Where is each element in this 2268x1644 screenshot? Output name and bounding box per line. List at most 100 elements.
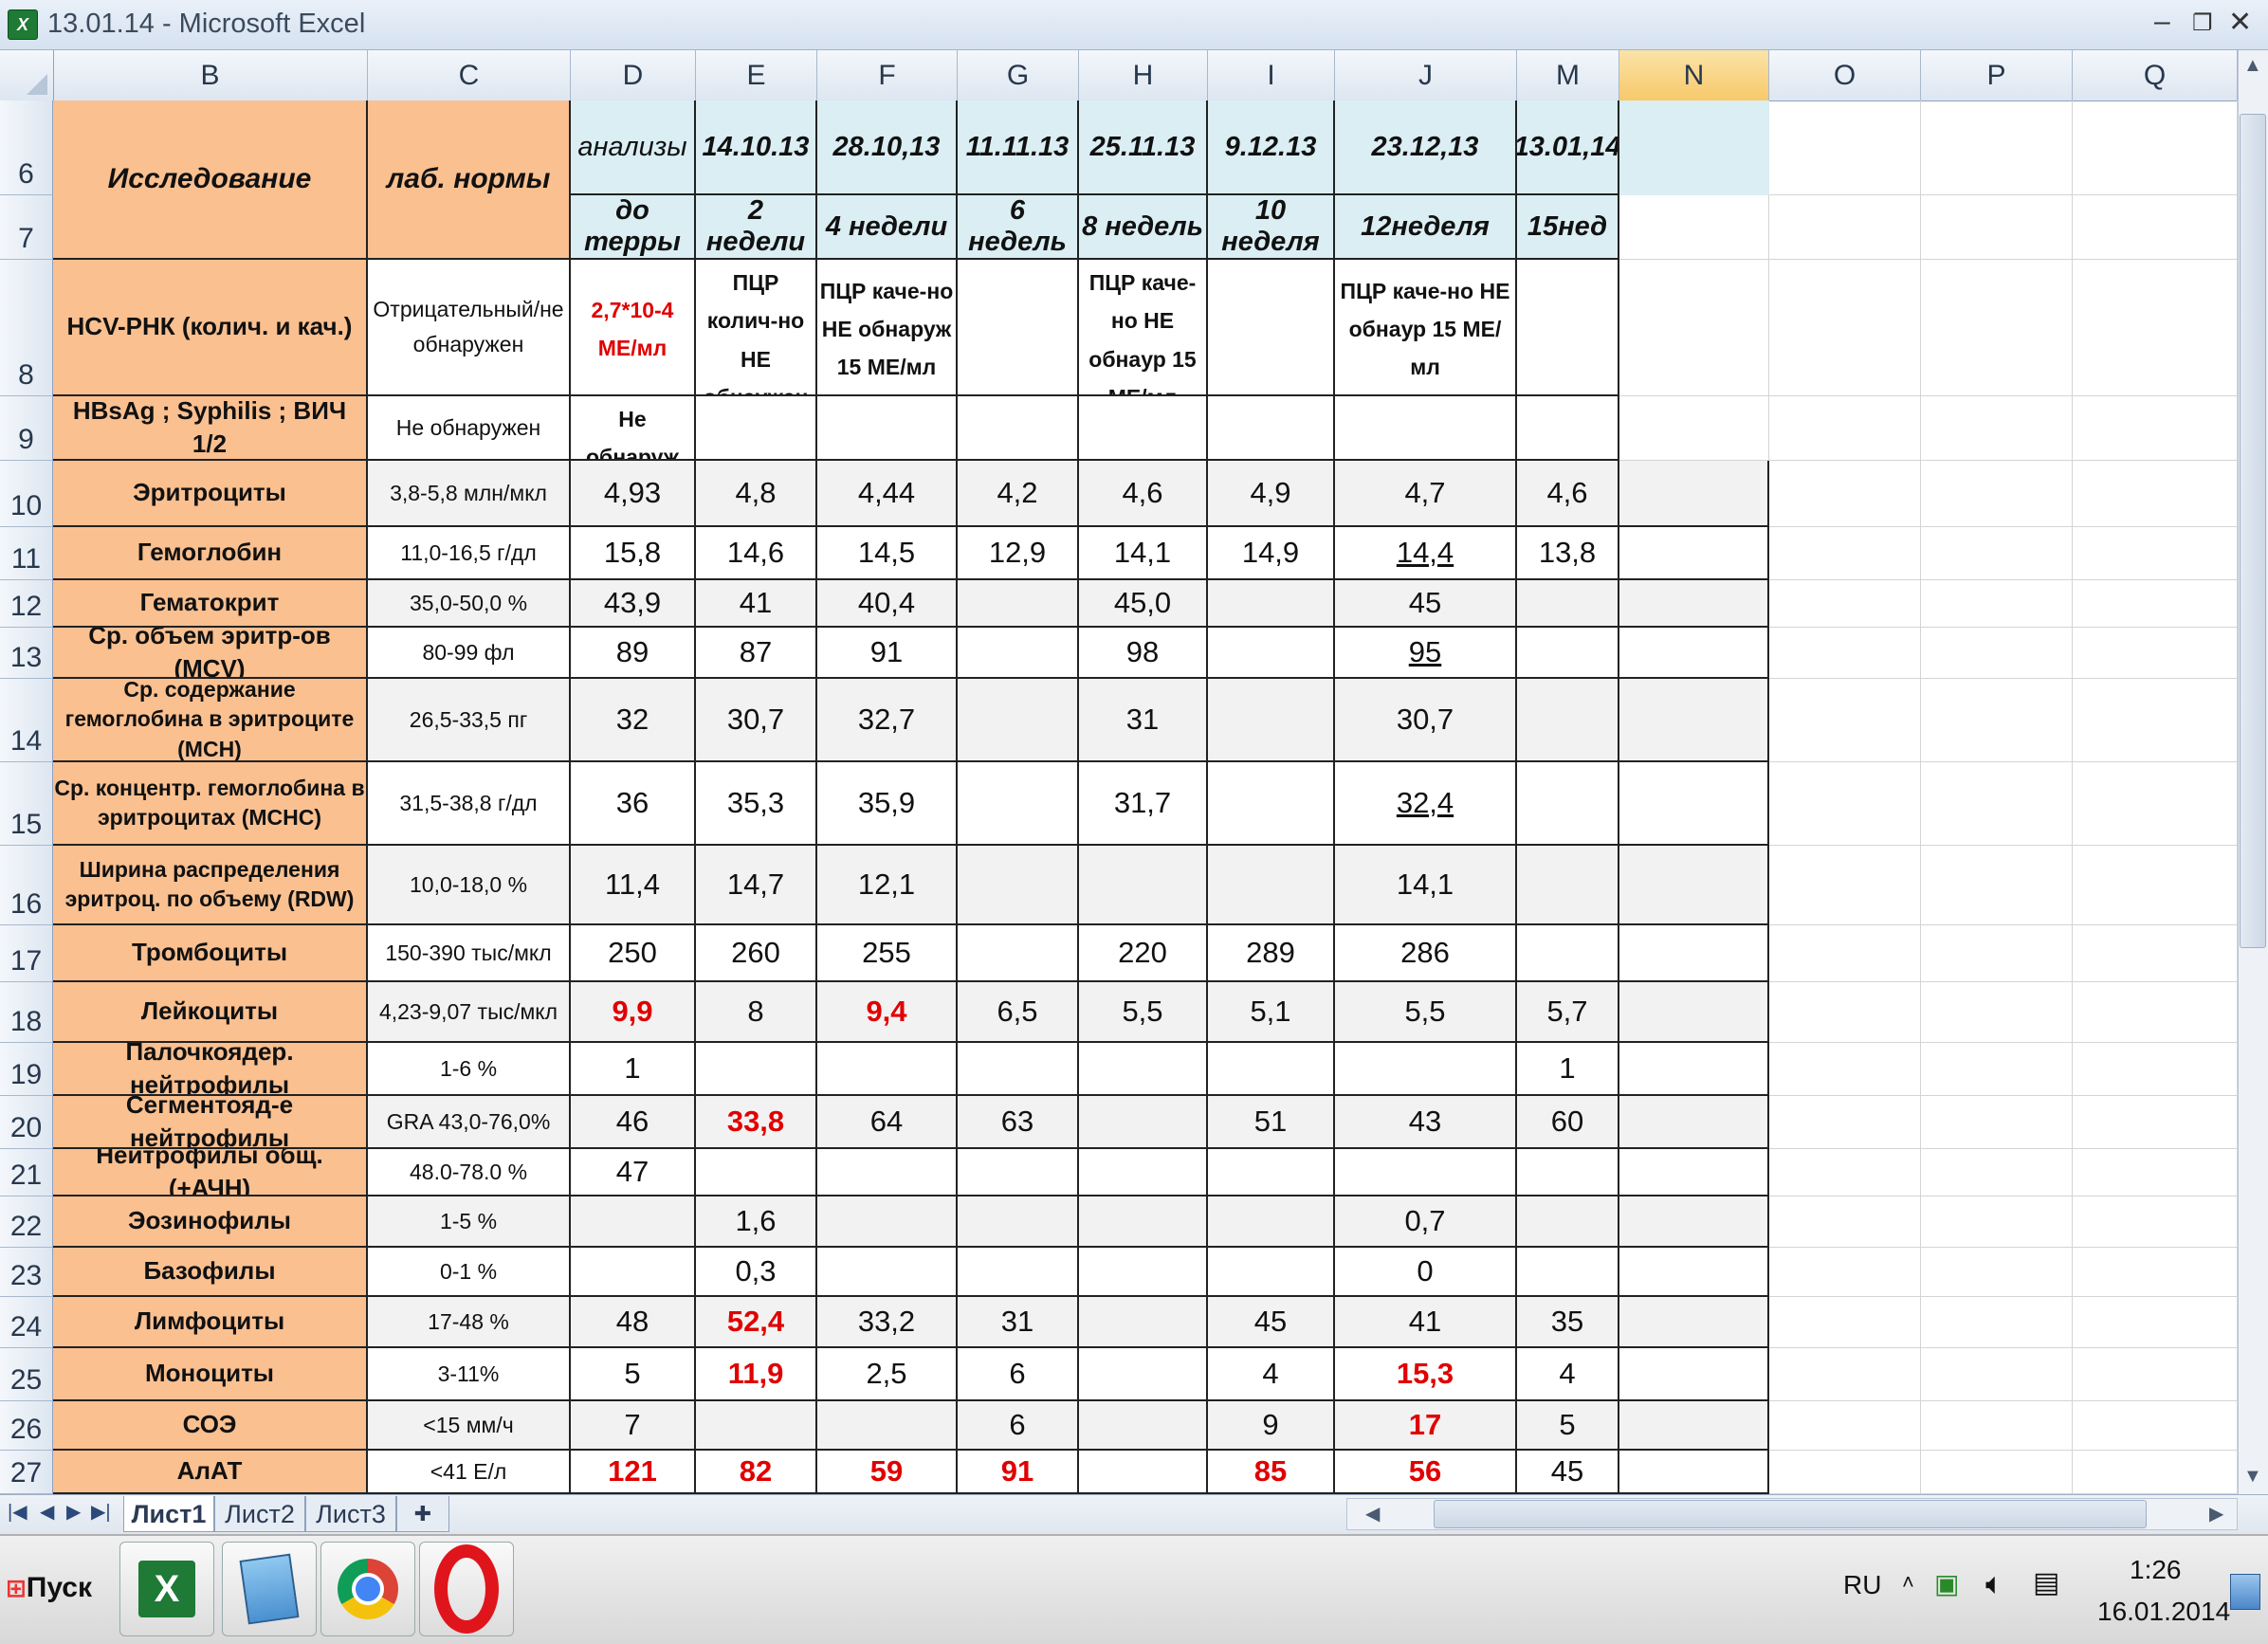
taskbar-chrome-icon[interactable]: [320, 1542, 415, 1636]
row-value[interactable]: 95: [1335, 628, 1517, 679]
row-value[interactable]: 4: [1517, 1348, 1619, 1401]
row-norm[interactable]: 17-48 %: [368, 1297, 571, 1348]
row-value[interactable]: [817, 1401, 958, 1451]
column-header-i[interactable]: I: [1208, 50, 1335, 100]
column-header-n[interactable]: N: [1619, 50, 1769, 100]
row-norm[interactable]: 11,0-16,5 г/дл: [368, 527, 571, 580]
row-header-18[interactable]: 18: [0, 982, 53, 1043]
row-label[interactable]: Базофилы: [53, 1248, 368, 1297]
empty-cell[interactable]: [1619, 260, 1769, 396]
row-value[interactable]: 91: [958, 1451, 1079, 1494]
row-value[interactable]: [1517, 628, 1619, 679]
row-value[interactable]: 14,1: [1335, 846, 1517, 925]
row-value[interactable]: 35,3: [696, 762, 817, 846]
empty-cell[interactable]: [1769, 1348, 1921, 1401]
row-header-13[interactable]: 13: [0, 628, 53, 679]
row-fill[interactable]: [1619, 1348, 1769, 1401]
row-fill[interactable]: [1619, 762, 1769, 846]
row-value[interactable]: 31: [1079, 679, 1208, 762]
row-value[interactable]: 1: [571, 1043, 696, 1096]
row-norm[interactable]: 31,5-38,8 г/дл: [368, 762, 571, 846]
row-value[interactable]: 64: [817, 1096, 958, 1149]
row-value[interactable]: 60: [1517, 1096, 1619, 1149]
row-value[interactable]: [1208, 580, 1335, 628]
row-value[interactable]: [1208, 628, 1335, 679]
row-value[interactable]: 32,4: [1335, 762, 1517, 846]
hbs-norm[interactable]: Не обнаружен: [368, 396, 571, 461]
row-value[interactable]: 6: [958, 1348, 1079, 1401]
row-value[interactable]: [958, 1196, 1079, 1248]
row-value[interactable]: 2,5: [817, 1348, 958, 1401]
empty-cell[interactable]: [1769, 396, 1921, 461]
empty-cell[interactable]: [1921, 396, 2073, 461]
row-fill[interactable]: [1619, 1248, 1769, 1297]
date-header-2[interactable]: 28.10,13: [817, 100, 958, 195]
row-value[interactable]: [958, 1043, 1079, 1096]
row-header-26[interactable]: 26: [0, 1401, 53, 1451]
week-header-6[interactable]: 12неделя: [1335, 195, 1517, 260]
empty-cell[interactable]: [2073, 1149, 2238, 1196]
row-value[interactable]: [696, 1043, 817, 1096]
row-fill[interactable]: [1619, 580, 1769, 628]
hcv-value-h[interactable]: ПЦР каче-но НЕ обнаур 15 МЕ/мл: [1079, 260, 1208, 396]
row-value[interactable]: 6,5: [958, 982, 1079, 1043]
header-research[interactable]: Исследование: [53, 100, 368, 260]
sheet-tab-3[interactable]: Лист3: [305, 1496, 396, 1532]
column-header-m[interactable]: M: [1517, 50, 1619, 100]
week-header-4[interactable]: 8 недель: [1079, 195, 1208, 260]
row-value[interactable]: 48: [571, 1297, 696, 1348]
empty-cell[interactable]: [1921, 679, 2073, 762]
next-sheet-icon[interactable]: ▶: [66, 1500, 81, 1524]
empty-cell[interactable]: [1769, 628, 1921, 679]
row-value[interactable]: 9,4: [817, 982, 958, 1043]
empty-cell[interactable]: [1921, 527, 2073, 580]
empty-cell[interactable]: [1921, 1096, 2073, 1149]
close-icon[interactable]: ✕: [2228, 6, 2252, 39]
row-fill[interactable]: [1619, 461, 1769, 527]
empty-cell[interactable]: [1769, 527, 1921, 580]
empty-cell[interactable]: [1921, 762, 2073, 846]
hcv-norm[interactable]: Отрицательный/не обнаружен: [368, 260, 571, 396]
show-desktop-button[interactable]: [2230, 1574, 2260, 1610]
row-value[interactable]: 4,93: [571, 461, 696, 527]
row-norm[interactable]: 150-390 тыс/мкл: [368, 925, 571, 982]
row-value[interactable]: 286: [1335, 925, 1517, 982]
row-value[interactable]: 14,7: [696, 846, 817, 925]
empty-cell[interactable]: [2073, 1451, 2238, 1494]
date-header-7[interactable]: 13.01,14: [1517, 100, 1619, 195]
clock-date[interactable]: 16.01.2014: [2097, 1597, 2230, 1627]
empty-cell[interactable]: [2073, 461, 2238, 527]
row-norm[interactable]: 1-5 %: [368, 1196, 571, 1248]
row-value[interactable]: [1079, 1196, 1208, 1248]
row-value[interactable]: 255: [817, 925, 958, 982]
row-value[interactable]: 9: [1208, 1401, 1335, 1451]
row-value[interactable]: 41: [696, 580, 817, 628]
hbs-value-d[interactable]: Не обнаруж: [571, 396, 696, 461]
row-fill[interactable]: [1619, 925, 1769, 982]
taskbar-notepad-icon[interactable]: [222, 1542, 317, 1636]
empty-cell[interactable]: [1769, 1401, 1921, 1451]
row-value[interactable]: 36: [571, 762, 696, 846]
empty-cell[interactable]: [1921, 846, 2073, 925]
row-value[interactable]: 17: [1335, 1401, 1517, 1451]
row-value[interactable]: [1208, 846, 1335, 925]
row-header-24[interactable]: 24: [0, 1297, 53, 1348]
last-sheet-icon[interactable]: ▶|: [91, 1500, 111, 1524]
empty-cell[interactable]: [2073, 580, 2238, 628]
date-header-6[interactable]: 23.12,13: [1335, 100, 1517, 195]
row-value[interactable]: 33,8: [696, 1096, 817, 1149]
row-value[interactable]: 250: [571, 925, 696, 982]
row-value[interactable]: 32: [571, 679, 696, 762]
row-value[interactable]: [1208, 1149, 1335, 1196]
row-value[interactable]: 91: [817, 628, 958, 679]
row-value[interactable]: [1079, 1043, 1208, 1096]
row-norm[interactable]: 10,0-18,0 %: [368, 846, 571, 925]
volume-icon[interactable]: 🔈︎: [1985, 1566, 2003, 1602]
row-value[interactable]: 14,5: [817, 527, 958, 580]
row-header-21[interactable]: 21: [0, 1149, 53, 1196]
row-value[interactable]: [571, 1248, 696, 1297]
row-header-14[interactable]: 14: [0, 679, 53, 762]
empty-cell[interactable]: [1769, 846, 1921, 925]
empty-cell[interactable]: [1769, 195, 1921, 260]
empty-cell[interactable]: [1921, 925, 2073, 982]
